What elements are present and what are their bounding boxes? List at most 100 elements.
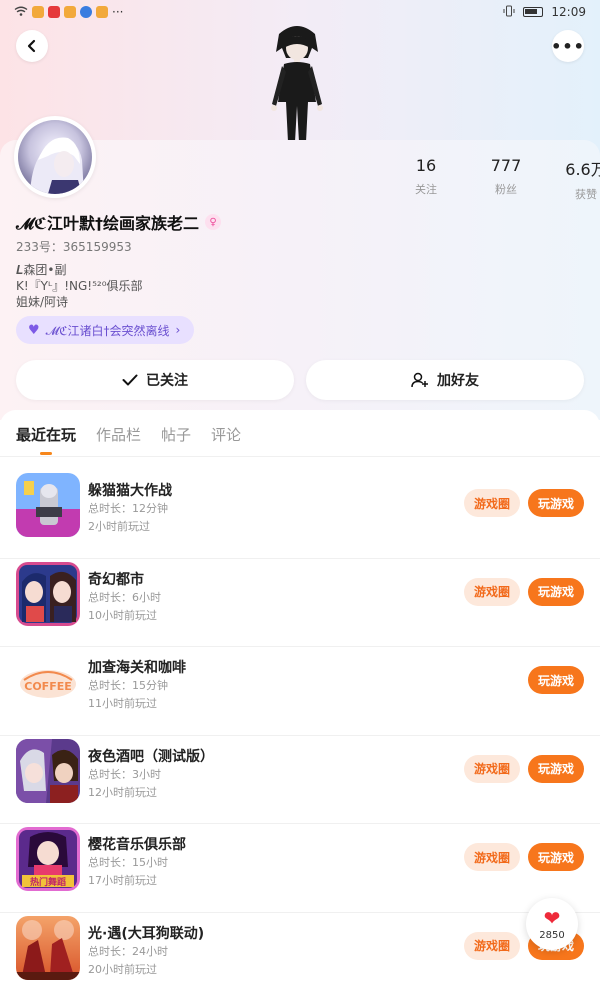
game-duration: 总时长：15分钟: [88, 679, 168, 693]
game-title: 夜色酒吧（测试版）: [88, 748, 214, 765]
game-circle-button[interactable]: 游戏圈: [464, 843, 520, 872]
game-circle-button[interactable]: 游戏圈: [464, 577, 520, 606]
list-item[interactable]: 热门舞蹈 樱花音乐俱乐部 总时长：15小时 17小时前玩过 游戏圈 玩游戏: [0, 824, 600, 913]
play-game-button[interactable]: 玩游戏: [528, 577, 584, 606]
game-circle-button[interactable]: 游戏圈: [464, 754, 520, 783]
game-title: 光·遇(大耳狗联动): [88, 925, 205, 942]
floating-like-button[interactable]: ❤ 2850: [526, 898, 578, 950]
list-item[interactable]: COFFEE 加查海关和咖啡 总时长：15分钟 11小时前玩过 玩游戏: [0, 647, 600, 736]
game-meta: 总时长：15分钟 11小时前玩过: [88, 677, 168, 713]
game-icon: [16, 561, 80, 626]
like-count: 2850: [539, 929, 565, 941]
tab-works[interactable]: 作品栏: [96, 424, 141, 445]
list-item[interactable]: 夜色酒吧（测试版） 总时长：3小时 12小时前玩过 游戏圈 玩游戏: [0, 736, 600, 825]
list-item[interactable]: 光·遇(大耳狗联动) 总时长：24小时 20小时前玩过 游戏圈 玩游戏: [0, 913, 600, 1000]
following-stat[interactable]: 16 关注: [400, 156, 452, 202]
play-game-button[interactable]: 玩游戏: [528, 666, 584, 695]
following-count: 16: [415, 156, 437, 175]
bio-line: K!『Yᴸ』!NG!⁵²⁰俱乐部: [16, 279, 143, 293]
game-duration: 总时长：24小时: [88, 944, 168, 958]
notification-icons: ···: [14, 5, 123, 19]
status-bar: ··· 12:09: [0, 0, 600, 24]
vibrate-icon: [503, 5, 515, 20]
game-duration: 总时长：6小时: [88, 590, 161, 604]
game-title: 加查海关和咖啡: [88, 660, 186, 677]
list-item[interactable]: 奇幻都市 总时长：6小时 10小时前玩过 游戏圈 玩游戏: [0, 559, 600, 648]
game-duration: 总时长：12分钟: [88, 502, 168, 515]
bio-line: 姐妹/阿诗: [16, 295, 69, 309]
game-meta: 总时长：6小时 10小时前玩过: [88, 589, 161, 625]
likes-label: 获赞: [575, 188, 597, 201]
more-options-button[interactable]: •••: [551, 30, 584, 62]
followed-button[interactable]: 已关注: [16, 360, 294, 400]
likes-stat: 6.6万 获赞: [554, 156, 600, 202]
game-title: 奇幻都市: [88, 571, 144, 588]
play-game-button[interactable]: 玩游戏: [528, 843, 584, 872]
user-id: 233号：365159953: [16, 240, 132, 254]
game-meta: 总时长：12分钟 2小时前玩过: [88, 500, 168, 536]
add-friend-icon: [411, 372, 428, 388]
tab-comments[interactable]: 评论: [211, 424, 241, 445]
fans-label: 粉丝: [495, 183, 517, 196]
female-gender-icon: ♀: [205, 214, 222, 230]
game-icon: [16, 915, 80, 980]
add-friend-label: 加好友: [437, 373, 479, 389]
game-circle-button[interactable]: 游戏圈: [464, 489, 520, 517]
bio-line: 𝑳森团•副: [16, 263, 67, 277]
game-icon-text: 热门舞蹈: [30, 876, 66, 888]
tab-recently-played[interactable]: 最近在玩: [16, 424, 76, 455]
game-icon: 热门舞蹈: [16, 827, 80, 892]
game-last-played: 12小时前玩过: [88, 785, 157, 799]
heart-icon: ❤: [543, 905, 561, 930]
game-duration: 总时长：3小时: [88, 767, 161, 781]
game-duration: 总时长：15小时: [88, 856, 168, 870]
username-row: 𝓜ℭ江叶默†绘画家族老二 ♀: [16, 210, 222, 234]
app-notification-icon: [80, 6, 92, 18]
game-meta: 总时长：24小时 20小时前玩过: [88, 943, 168, 979]
relationship-tag[interactable]: ♥ 𝓜ℭ江诸白†会突然离线 ›: [16, 316, 195, 344]
profile-stats: 16 关注 777 粉丝 6.6万 获赞: [400, 156, 600, 202]
game-meta: 总时长：15小时 17小时前玩过: [88, 854, 168, 890]
username: 𝓜ℭ江叶默†绘画家族老二: [16, 214, 200, 233]
wifi-icon: [14, 5, 28, 19]
avatar-image: [18, 120, 92, 194]
add-friend-button[interactable]: 加好友: [306, 360, 584, 400]
game-last-played: 2小时前玩过: [88, 520, 150, 533]
game-title: 樱花音乐俱乐部: [88, 837, 186, 854]
app-notification-icon: [96, 6, 108, 18]
game-circle-button[interactable]: 游戏圈: [464, 931, 520, 960]
list-item[interactable]: 躲猫猫大作战 总时长：12分钟 2小时前玩过 游戏圈 玩游戏: [0, 470, 600, 559]
action-buttons: 已关注 加好友: [16, 360, 584, 400]
relationship-tag-label: 𝓜ℭ江诸白†会突然离线: [45, 323, 170, 338]
battery-icon: [523, 7, 544, 17]
bio: 𝑳森团•副 K!『Yᴸ』!NG!⁵²⁰俱乐部 姐妹/阿诗: [16, 262, 143, 310]
game-icon-text: COFFEE: [24, 680, 71, 693]
game-icon: [16, 473, 80, 537]
fans-stat[interactable]: 777 粉丝: [464, 156, 548, 202]
avatar[interactable]: [14, 116, 96, 198]
status-time: 12:09: [551, 5, 586, 19]
more-notifications-icon: ···: [112, 5, 124, 19]
game-last-played: 20小时前玩过: [88, 962, 157, 976]
game-last-played: 17小时前玩过: [88, 874, 157, 888]
app-notification-icon: [48, 6, 60, 18]
game-icon: COFFEE: [16, 650, 80, 715]
followed-label: 已关注: [146, 373, 188, 389]
chevron-left-icon: [27, 39, 36, 53]
heart-icon: ♥: [28, 322, 40, 338]
check-icon: [122, 374, 138, 386]
game-list: 躲猫猫大作战 总时长：12分钟 2小时前玩过 游戏圈 玩游戏 奇幻都市 总时长：…: [0, 470, 600, 1000]
game-last-played: 10小时前玩过: [88, 608, 157, 622]
chevron-right-icon: ›: [175, 323, 181, 337]
play-game-button[interactable]: 玩游戏: [528, 754, 584, 783]
tab-posts[interactable]: 帖子: [161, 424, 191, 445]
tab-divider: [0, 456, 600, 457]
character-figure: [262, 22, 332, 142]
game-icon: [16, 738, 80, 803]
app-notification-icon: [64, 6, 76, 18]
fans-count: 777: [490, 156, 522, 175]
likes-count: 6.6万: [565, 160, 600, 179]
play-game-button[interactable]: 玩游戏: [528, 489, 584, 517]
back-button[interactable]: [16, 30, 48, 62]
game-meta: 总时长：3小时 12小时前玩过: [88, 766, 161, 802]
